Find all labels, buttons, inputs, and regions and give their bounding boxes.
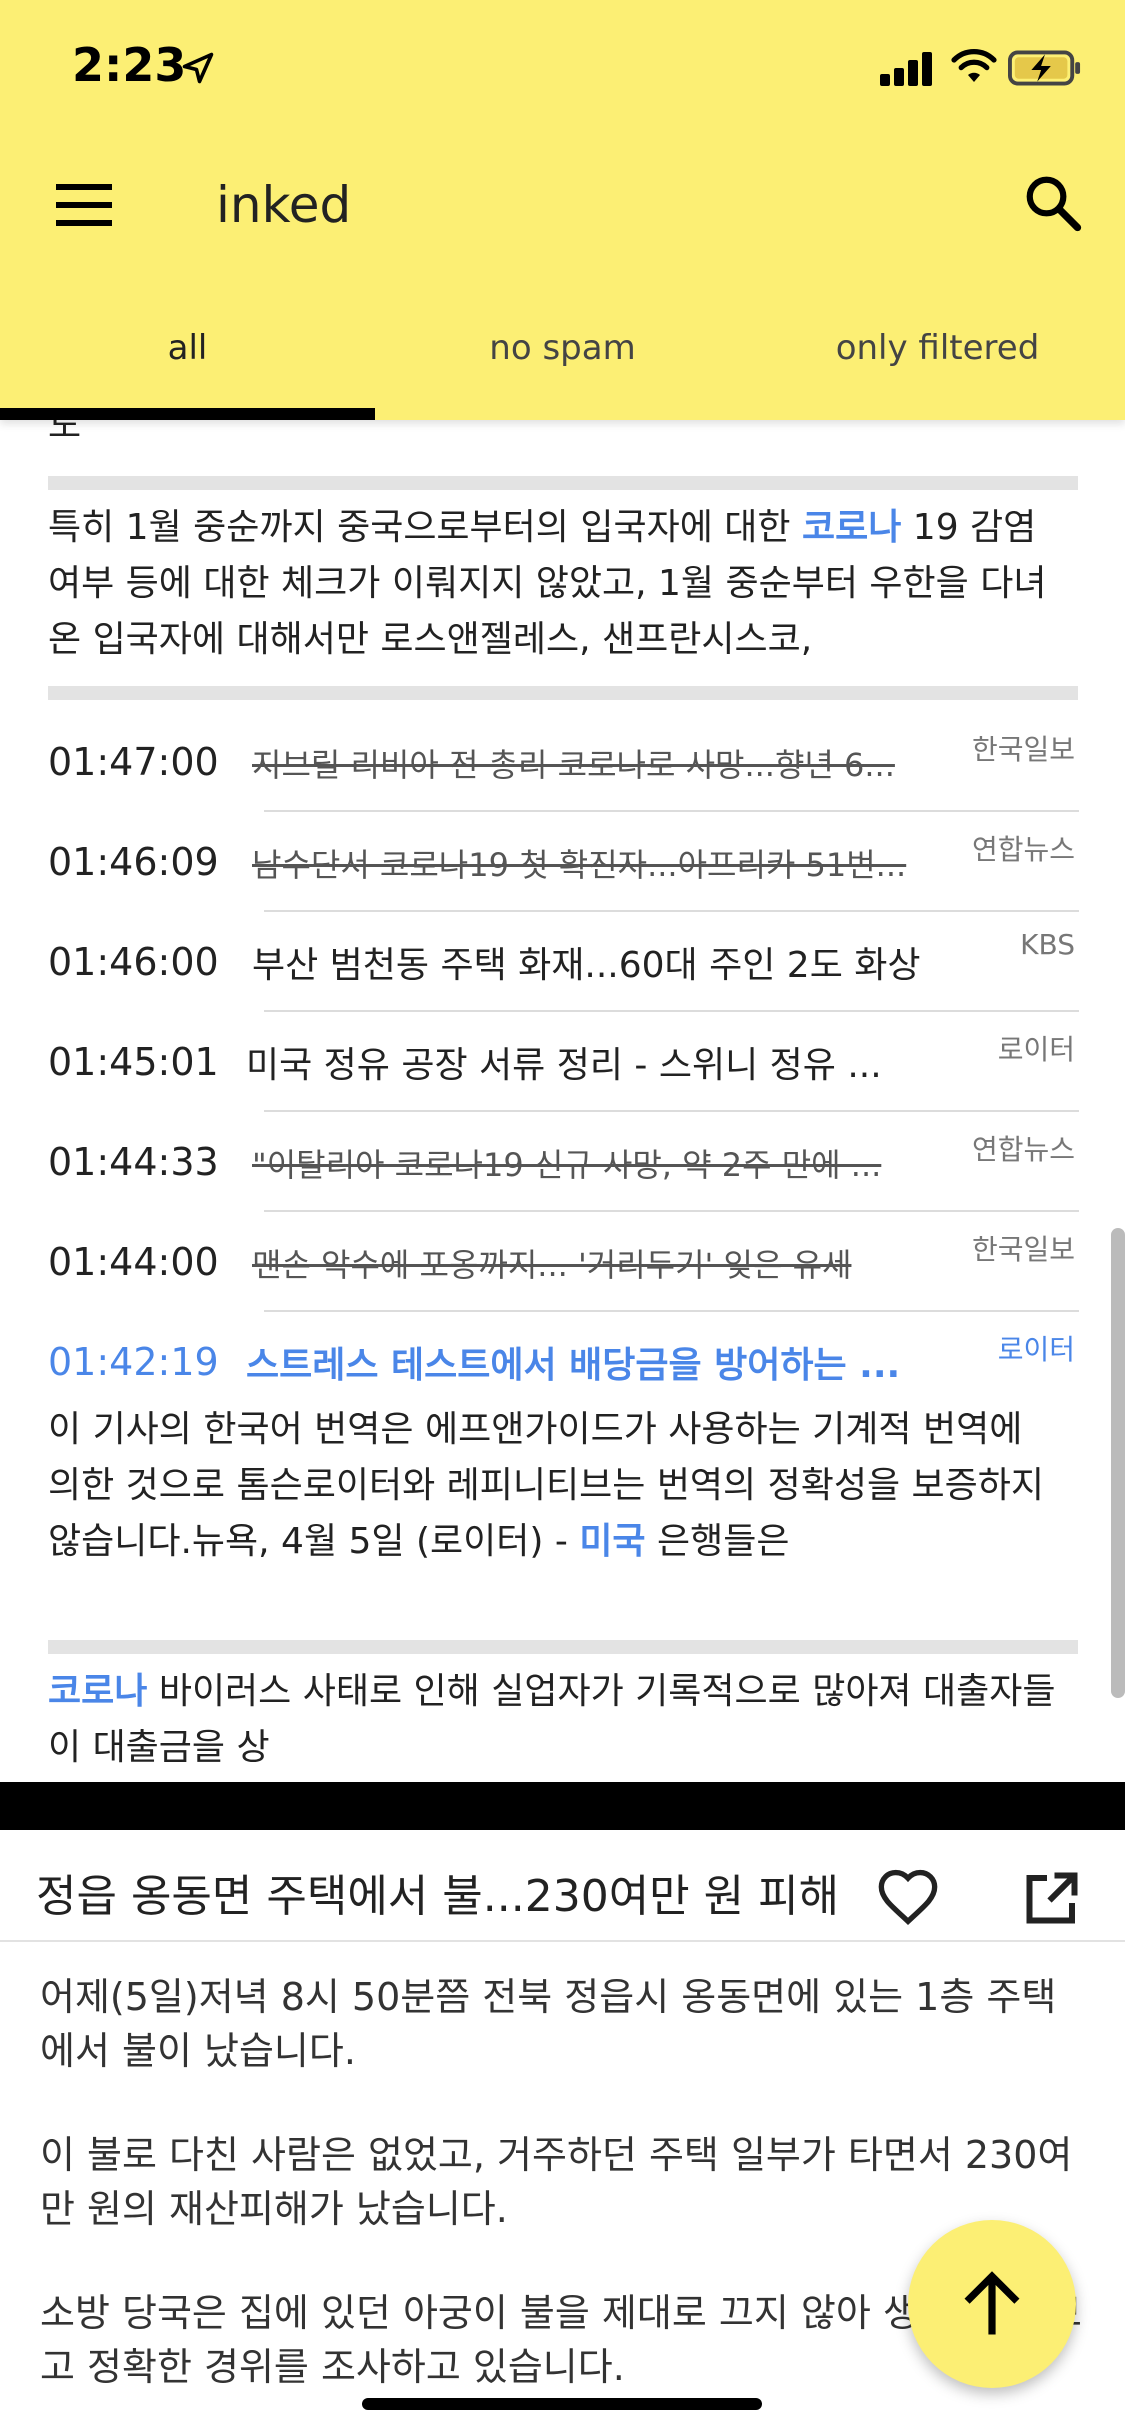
scroll-to-top-button[interactable] [908, 2220, 1076, 2388]
wifi-icon [951, 49, 997, 82]
keyword-highlight: 코로나 [48, 1671, 148, 1712]
battery-charging-icon [1008, 50, 1081, 86]
excerpt-text: 특히 1월 중순까지 중국으로부터의 입국자에 대한 [48, 507, 802, 548]
news-row-selected[interactable]: 01:42:19 스트레스 테스트에서 배당금을 방어하는 ... 로이터 [0, 1310, 1125, 1410]
keyword-highlight: 코로나 [801, 507, 902, 548]
news-row[interactable]: 01:46:09 남수단서 코로나19 첫 확진자...아프리카 51번... … [0, 810, 1125, 910]
row-time: 01:44:33 [48, 1140, 219, 1184]
row-source: 연합뉴스 [971, 1133, 1075, 1166]
row-title: "이탈리아 코로나19 신규 사망, 약 2주 만에 ... [252, 1146, 882, 1184]
row-title: 스트레스 테스트에서 배당금을 방어하는 ... [246, 1345, 901, 1386]
location-arrow-icon [182, 52, 214, 84]
article-divider [0, 1940, 1125, 1942]
keyword-highlight: 미국 [579, 1521, 646, 1562]
article-excerpt[interactable]: 특히 1월 중순까지 중국으로부터의 입국자에 대한 코로나 19 감염 여부 … [48, 500, 1078, 668]
filter-tabs: all no spam only filtered [0, 310, 1125, 420]
news-row[interactable]: 01:47:00 지브릴 리비아 전 총리 코로나로 사망...향년 6... … [0, 710, 1125, 810]
excerpt-divider [48, 1640, 1078, 1654]
excerpt-text: 은행들은 [645, 1521, 790, 1562]
article-paragraph: 어제(5일)저녁 8시 50분쯤 전북 정읍시 옹동면에 있는 1층 주택에서 … [40, 1975, 1057, 2073]
row-title: 미국 정유 공장 서류 정리 - 스위니 정유 ... [246, 1045, 882, 1086]
heart-icon[interactable] [876, 1866, 940, 1926]
clipped-text: 도 [48, 420, 82, 446]
status-time: 2:23 [72, 38, 187, 92]
row-source: KBS [1020, 928, 1075, 961]
article-title: 정읍 옹동면 주택에서 불...230여만 원 피해 [36, 1871, 840, 1922]
tab-all[interactable]: all [0, 328, 375, 368]
row-time: 01:47:00 [48, 740, 219, 784]
search-icon[interactable] [1022, 172, 1084, 234]
row-title: 부산 범천동 주택 화재...60대 주인 2도 화상 [252, 945, 921, 986]
row-time: 01:46:00 [48, 940, 219, 984]
row-time: 01:42:19 [48, 1340, 219, 1384]
row-time: 01:46:09 [48, 840, 219, 884]
row-time: 01:45:01 [48, 1040, 219, 1084]
excerpt-divider [48, 686, 1078, 700]
open-external-icon[interactable] [1022, 1868, 1082, 1928]
cellular-signal-icon [880, 52, 932, 86]
news-row[interactable]: 01:44:33 "이탈리아 코로나19 신규 사망, 약 2주 만에 ... … [0, 1110, 1125, 1210]
article-excerpt[interactable]: 이 기사의 한국어 번역은 에프앤가이드가 사용하는 기계적 번역에 의한 것으… [48, 1402, 1078, 1570]
status-bar: 2:23 [0, 0, 1125, 140]
app-header: 2:23 inked all no spam only filtered [0, 0, 1125, 420]
list-scrollbar[interactable] [1111, 1228, 1125, 1698]
row-source: 로이터 [997, 1033, 1075, 1066]
sheet-separator [0, 1782, 1125, 1830]
tab-only-filtered[interactable]: only filtered [750, 328, 1125, 368]
news-row[interactable]: 01:45:01 미국 정유 공장 서류 정리 - 스위니 정유 ... 로이터 [0, 1010, 1125, 1110]
excerpt-line: 이 기사의 한국어 번역은 에프앤가이드가 사용하는 기계적 번역에 [48, 1409, 1023, 1450]
row-source: 연합뉴스 [971, 833, 1075, 866]
row-time: 01:44:00 [48, 1240, 219, 1284]
excerpt-line: 의한 것으로 톰슨로이터와 레피니티브는 번역의 정확성을 보증하지 않습니다.… [48, 1458, 1078, 1570]
news-row[interactable]: 01:46:00 부산 범천동 주택 화재...60대 주인 2도 화상 KBS [0, 910, 1125, 1010]
article-excerpt[interactable]: 코로나 바이러스 사태로 인해 실업자가 기록적으로 많아져 대출자들이 대출금… [48, 1664, 1078, 1776]
row-title: 맨손 악수에 포옹까지... '거리두기' 잊은 유세 [252, 1246, 852, 1284]
menu-icon[interactable] [52, 176, 116, 232]
news-row[interactable]: 01:44:00 맨손 악수에 포옹까지... '거리두기' 잊은 유세 한국일… [0, 1210, 1125, 1310]
excerpt-divider [48, 476, 1078, 490]
tab-no-spam[interactable]: no spam [375, 328, 750, 368]
excerpt-text: 의한 것으로 톰슨로이터와 레피니티브는 번역의 정확성을 보증하지 않습니다.… [48, 1465, 1045, 1562]
home-indicator[interactable] [362, 2398, 762, 2410]
row-title: 남수단서 코로나19 첫 확진자...아프리카 51번... [252, 846, 907, 884]
news-list[interactable]: 도 특히 1월 중순까지 중국으로부터의 입국자에 대한 코로나 19 감염 여… [0, 420, 1125, 1782]
article-paragraph: 이 불로 다친 사람은 없었고, 거주하던 주택 일부가 타면서 230여만 원… [40, 2133, 1073, 2231]
excerpt-text: 바이러스 사태로 인해 실업자가 기록적으로 많아져 대출자들이 대출금을 상 [48, 1671, 1056, 1768]
tab-indicator [0, 408, 375, 420]
row-source: 로이터 [997, 1333, 1075, 1366]
arrow-up-icon [964, 2271, 1020, 2335]
app-title: inked [216, 176, 352, 234]
row-source: 한국일보 [971, 1233, 1075, 1266]
row-title: 지브릴 리비아 전 총리 코로나로 사망...향년 6... [252, 746, 895, 784]
row-source: 한국일보 [971, 733, 1075, 766]
